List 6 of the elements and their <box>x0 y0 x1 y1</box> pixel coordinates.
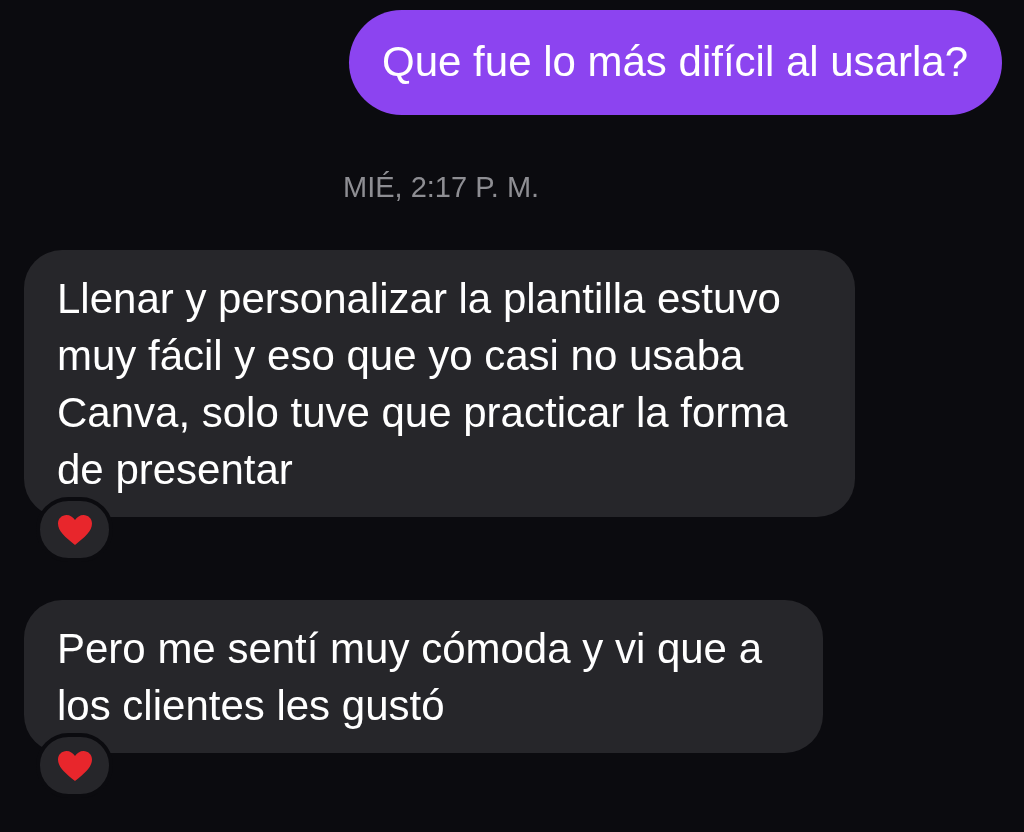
received-message: Pero me sentí muy cómoda y vi que a los clientes les gustó <box>24 600 823 753</box>
heart-icon <box>56 749 93 782</box>
received-message: Llenar y personalizar la plantilla estuvo muy fácil y eso que yo casi no usaba Canva, solo tuve que practicar la forma de presentar <box>24 250 855 517</box>
message-timestamp: MIÉ, 2:17 P. M. <box>342 170 541 205</box>
sent-message: Que fue lo más difícil al usarla? <box>349 10 1002 115</box>
heart-icon <box>56 513 93 546</box>
